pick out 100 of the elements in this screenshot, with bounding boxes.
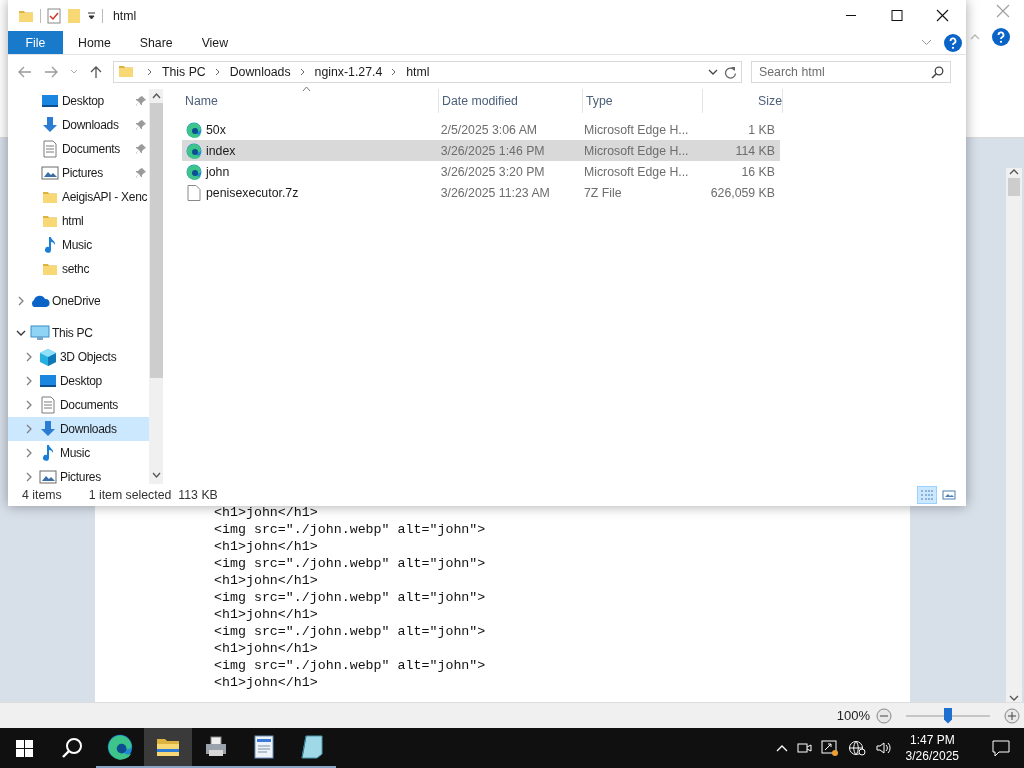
vertical-scrollbar[interactable] [1006,168,1022,702]
nav-item[interactable]: Music [8,233,149,257]
file-row[interactable]: 50x 2/5/2025 3:06 AM Microsoft Edge H... 1 KB [182,119,780,140]
clock-date: 3/26/2025 [905,748,959,764]
back-arrow-icon[interactable] [18,66,32,78]
nav-item[interactable]: Documents [8,393,149,417]
help-icon[interactable] [992,28,1010,46]
camera-icon[interactable] [796,741,812,755]
globe-icon[interactable] [847,740,866,756]
chevron-right-icon[interactable] [25,424,33,434]
file-row[interactable]: index 3/26/2025 1:46 PM Microsoft Edge H... 114 KB [182,140,780,161]
breadcrumb-item[interactable]: html [406,65,430,79]
breadcrumb-item[interactable]: nginx-1.27.4 [314,65,383,79]
chevron-right-icon[interactable] [391,68,398,76]
nav-item[interactable]: OneDrive [8,289,149,313]
nav-item[interactable]: html [8,209,149,233]
zoom-in-icon[interactable] [1004,707,1020,724]
scrollbar-thumb[interactable] [149,103,163,378]
file-type: Microsoft Edge H... [582,164,690,179]
chevron-down-icon[interactable] [1009,694,1019,702]
ribbon-tab[interactable]: View [186,31,243,54]
chevron-right-icon[interactable] [299,68,306,76]
windows-logo-icon[interactable] [15,739,33,757]
nav-item[interactable]: Desktop [8,89,149,113]
network-warning-icon[interactable] [820,740,839,756]
search-icon[interactable] [61,737,83,759]
checklist-icon[interactable] [47,7,61,24]
clock[interactable]: 1:47 PM 3/26/2025 [905,732,959,764]
zoom-slider[interactable] [906,707,990,724]
slider-thumb[interactable] [944,707,952,724]
speaker-icon[interactable] [874,740,893,756]
browser-icon [186,163,202,180]
chevron-up-icon[interactable] [1009,168,1019,176]
document-text-line: <h1>john</h1> [214,606,319,623]
zoom-level: 100% [836,708,870,723]
file-type: Microsoft Edge H... [582,122,690,137]
nav-item[interactable]: Desktop [8,369,149,393]
file-date: 3/26/2025 3:20 PM [439,164,546,179]
chevron-right-icon[interactable] [25,352,33,362]
pin-icon[interactable] [136,96,146,106]
column-header[interactable]: Name [182,89,439,113]
forward-arrow-icon[interactable] [44,66,58,78]
chevron-down-icon[interactable] [708,68,718,76]
chevron-right-icon[interactable] [214,68,221,76]
document-text-line: <img src="./john.webp" alt="john"> [214,589,487,606]
column-header[interactable]: Size [703,89,783,113]
file-date: 2/5/2025 3:06 AM [439,122,539,137]
search-field[interactable]: Search html [751,61,951,83]
chevron-right-icon[interactable] [25,472,33,482]
breadcrumb-item[interactable]: This PC [162,65,206,79]
scrollbar-thumb[interactable] [1008,178,1020,196]
window-title: html [113,8,137,23]
refresh-icon[interactable] [724,65,737,79]
address-bar[interactable]: This PC Downloads nginx-1.27.4 html [113,61,742,83]
nav-item[interactable]: This PC [8,321,149,345]
nav-item[interactable]: Downloads [8,417,149,441]
browser-icon [186,121,202,138]
file-menu-button[interactable]: File [8,31,63,54]
nav-item[interactable]: Pictures [8,161,149,185]
file-row[interactable]: john 3/26/2025 3:20 PM Microsoft Edge H... 16 KB [182,161,780,182]
document-icon [40,396,56,414]
chevron-up-icon[interactable] [151,93,161,99]
nav-item[interactable]: Downloads [8,113,149,137]
breadcrumb-item[interactable]: Downloads [229,65,291,79]
nav-item[interactable]: Pictures [8,465,149,484]
dropdown-icon[interactable] [87,11,96,20]
document-text-line: <img src="./john.webp" alt="john"> [214,521,487,538]
taskbar-app-button[interactable] [144,728,192,768]
file-row[interactable]: penisexecutor.7z 3/26/2025 11:23 AM 7Z File 626,059 KB [182,182,780,203]
nav-item[interactable]: Documents [8,137,149,161]
up-arrow-icon[interactable] [90,65,102,79]
file-name: penisexecutor.7z [206,185,299,200]
zoom-out-icon[interactable] [876,707,892,724]
pin-icon[interactable] [136,168,146,178]
nav-item[interactable]: Music [8,441,149,465]
search-icon[interactable] [931,65,944,79]
ribbon-tab[interactable]: Share [124,31,187,54]
column-header[interactable]: Date modified [439,89,583,113]
nav-item[interactable]: AeigisAPI - Xenc [8,185,149,209]
nav-item[interactable]: 3D Objects [8,345,149,369]
chevron-right-icon[interactable] [25,400,33,410]
ribbon-tab[interactable]: Home [63,31,125,54]
chevron-down-icon[interactable] [151,472,161,478]
chevron-right-icon[interactable] [17,296,25,306]
nav-item[interactable]: sethc [8,257,149,281]
vertical-scrollbar[interactable] [149,89,163,484]
monitor-icon [41,93,59,109]
picture-icon [41,165,59,181]
folder-icon [42,213,58,229]
chevron-right-icon[interactable] [25,448,33,458]
chevron-down-icon[interactable] [16,329,26,337]
chevron-right-icon[interactable] [147,68,153,76]
music-note-icon [43,236,57,254]
column-header[interactable]: Type [583,89,703,113]
close-icon[interactable] [996,4,1010,18]
pin-icon[interactable] [136,144,146,154]
notification-icon[interactable] [992,739,1010,757]
chevron-right-icon[interactable] [25,376,33,386]
help-icon[interactable] [944,33,962,52]
pin-icon[interactable] [136,120,146,130]
